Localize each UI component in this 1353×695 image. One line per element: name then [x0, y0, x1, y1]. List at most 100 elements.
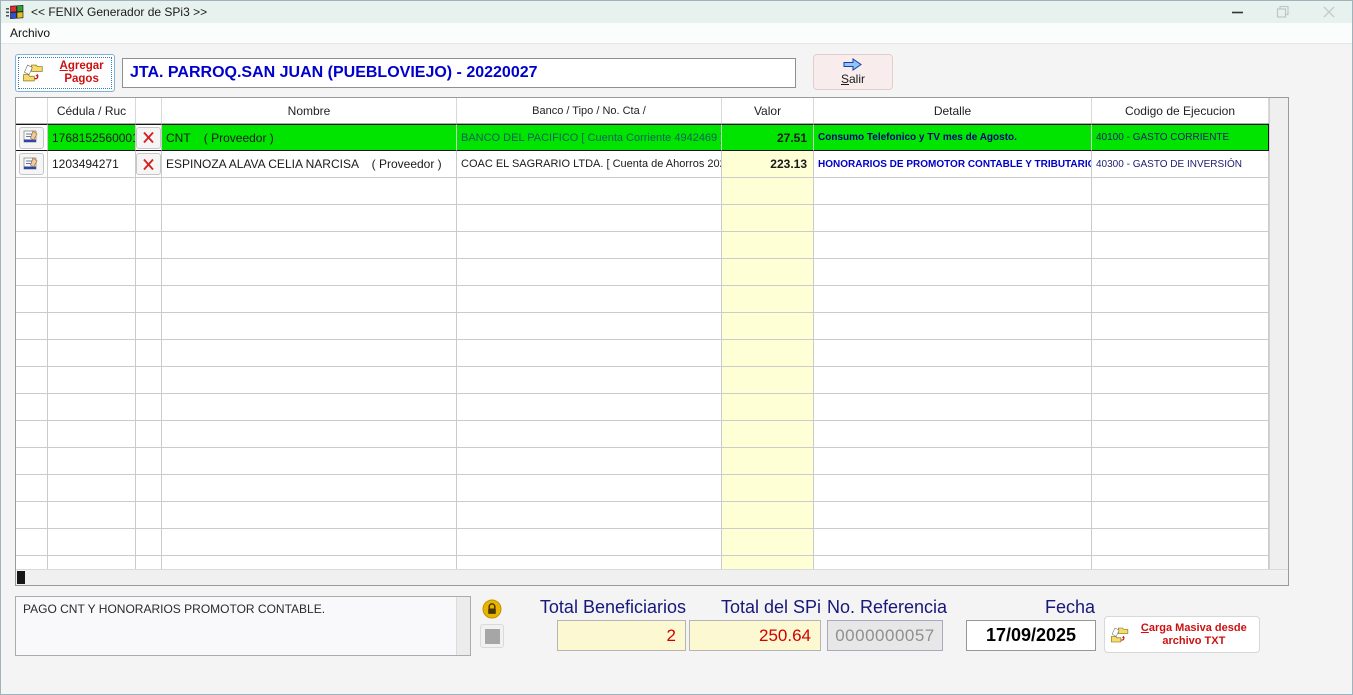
empty-cell	[16, 529, 48, 556]
empty-cell	[457, 421, 722, 448]
restore-button[interactable]	[1260, 1, 1306, 23]
empty-cell	[1092, 313, 1269, 340]
empty-cell	[48, 340, 136, 367]
grid-horizontal-scrollbar[interactable]	[16, 569, 1288, 585]
empty-cell	[136, 205, 162, 232]
empty-cell	[722, 205, 814, 232]
table-row-empty	[16, 340, 1269, 367]
table-row[interactable]: 1768152560001CNT ( Proveedor )BANCO DEL …	[16, 124, 1269, 151]
menu-archivo[interactable]: Archivo	[1, 24, 59, 42]
edit-cell	[16, 124, 48, 151]
edit-record-icon	[23, 157, 40, 172]
empty-cell	[136, 259, 162, 286]
empty-cell	[722, 313, 814, 340]
salir-button[interactable]: Salir	[813, 54, 893, 90]
table-row-empty	[16, 475, 1269, 502]
empty-cell	[457, 205, 722, 232]
empty-cell	[1092, 286, 1269, 313]
note-scrollbar[interactable]	[456, 597, 470, 655]
empty-cell	[1092, 421, 1269, 448]
empty-cell	[722, 502, 814, 529]
fecha-input[interactable]: 17/09/2025	[966, 620, 1096, 651]
delete-x-icon	[142, 131, 155, 144]
header-codigo: Codigo de Ejecucion	[1092, 98, 1269, 123]
total-beneficiarios-value: 2	[557, 620, 686, 651]
edit-row-button[interactable]	[19, 127, 44, 149]
window-title: << FENIX Generador de SPi3 >>	[31, 5, 207, 19]
close-button[interactable]	[1306, 1, 1352, 23]
empty-cell	[814, 556, 1092, 570]
empty-cell	[457, 529, 722, 556]
empty-cell	[48, 178, 136, 205]
delete-row-button[interactable]	[136, 127, 161, 149]
empty-cell	[16, 394, 48, 421]
empty-cell	[457, 556, 722, 570]
table-row[interactable]: 1203494271ESPINOZA ALAVA CELIA NARCISA (…	[16, 151, 1269, 178]
carga-masiva-button[interactable]: Carga Masiva desde archivo TXT	[1104, 616, 1260, 653]
empty-cell	[814, 178, 1092, 205]
total-spi-label: Total del SPi	[661, 597, 821, 618]
empty-cell	[457, 394, 722, 421]
exit-arrow-icon	[842, 58, 864, 71]
empty-cell	[1092, 556, 1269, 570]
empty-cell	[162, 475, 457, 502]
empty-cell	[162, 394, 457, 421]
empty-cell	[16, 367, 48, 394]
empty-cell	[1092, 259, 1269, 286]
empty-cell	[48, 529, 136, 556]
delete-cell	[136, 124, 162, 151]
grid-horizontal-scrollbar-thumb[interactable]	[17, 571, 25, 584]
delete-x-icon	[142, 158, 155, 171]
menu-bar: Archivo	[1, 23, 1352, 44]
cedula-cell: 1203494271	[48, 151, 136, 178]
empty-cell	[48, 367, 136, 394]
app-windows-flag-icon	[6, 4, 24, 20]
agregar-pagos-button[interactable]: Agregar Pagos	[15, 54, 115, 92]
empty-cell	[722, 178, 814, 205]
empty-cell	[16, 340, 48, 367]
table-row-empty	[16, 286, 1269, 313]
empty-cell	[162, 529, 457, 556]
empty-cell	[136, 232, 162, 259]
banco-cell: BANCO DEL PACIFICO [ Cuenta Corriente 49…	[457, 124, 722, 151]
fecha-label: Fecha	[945, 597, 1095, 618]
payment-note-textarea[interactable]: PAGO CNT Y HONORARIOS PROMOTOR CONTABLE.	[15, 596, 471, 656]
empty-cell	[136, 475, 162, 502]
empty-cell	[16, 232, 48, 259]
edit-record-icon	[23, 130, 40, 145]
table-row-empty	[16, 367, 1269, 394]
empty-cell	[136, 313, 162, 340]
empty-cell	[722, 340, 814, 367]
table-row-empty	[16, 313, 1269, 340]
minimize-button[interactable]	[1214, 1, 1260, 23]
empty-cell	[814, 313, 1092, 340]
delete-row-button[interactable]	[136, 153, 161, 175]
empty-cell	[814, 502, 1092, 529]
empty-cell	[16, 502, 48, 529]
empty-cell	[162, 421, 457, 448]
table-row-empty	[16, 394, 1269, 421]
empty-cell	[136, 421, 162, 448]
header-edit-col	[16, 98, 48, 123]
empty-cell	[814, 421, 1092, 448]
referencia-value: 0000000057	[827, 620, 943, 651]
gray-square-icon	[485, 629, 500, 644]
header-delete-col	[136, 98, 162, 123]
grid-body: 1768152560001CNT ( Proveedor )BANCO DEL …	[16, 124, 1269, 570]
edit-row-button[interactable]	[19, 153, 44, 175]
delete-cell	[136, 151, 162, 178]
empty-cell	[162, 232, 457, 259]
lock-toggle[interactable]	[482, 599, 502, 619]
table-row-empty	[16, 529, 1269, 556]
empty-cell	[162, 340, 457, 367]
cedula-cell: 1768152560001	[48, 124, 136, 151]
empty-cell	[48, 448, 136, 475]
codigo-cell: 40300 - GASTO DE INVERSIÓN	[1092, 151, 1269, 178]
empty-cell	[1092, 502, 1269, 529]
gray-square-button[interactable]	[480, 624, 504, 648]
empty-cell	[48, 286, 136, 313]
grid-vertical-scrollbar[interactable]	[1269, 98, 1288, 570]
entity-title-input[interactable]	[122, 58, 796, 88]
payments-grid: Cédula / Ruc Nombre Banco / Tipo / No. C…	[15, 97, 1289, 586]
add-payments-folders-icon	[22, 60, 44, 86]
